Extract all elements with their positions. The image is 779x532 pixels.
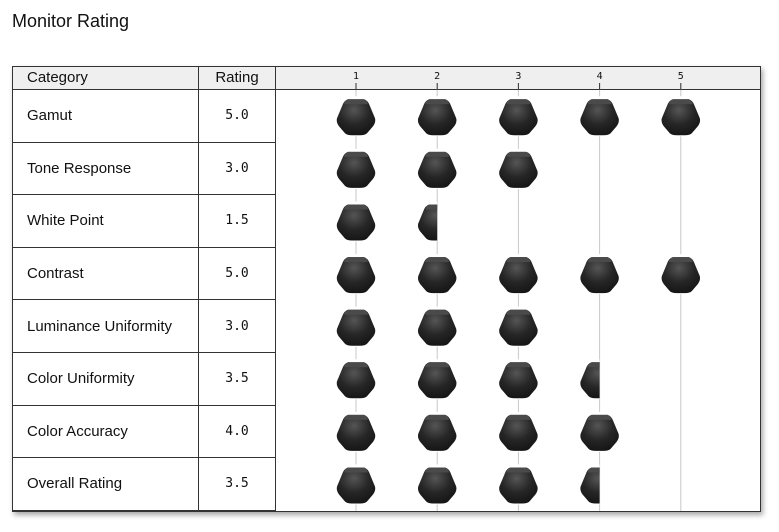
knob-icon [498,306,539,347]
knob-icon [336,411,376,452]
knob-icon [498,148,539,189]
knob-icon [336,359,376,400]
knob-icon [417,411,458,452]
scale-label: 1 [353,71,359,82]
knob-icon [336,306,376,347]
category-cell: Overall Rating [13,458,199,511]
header-category: Category [13,67,199,90]
rating-cell: 3.5 [199,353,276,406]
knob-icon [498,96,539,137]
category-cell: Tone Response [13,142,199,196]
half-knob-icon [579,464,600,505]
knob-icon [417,464,458,505]
rating-chart: 1 2 3 4 5 [336,71,701,511]
knob-icon [336,201,376,242]
rating-cell: 3.0 [199,142,276,196]
rating-cell: 5.0 [199,247,276,301]
category-cell: Contrast [13,247,199,301]
page-title: Monitor Rating [12,11,130,31]
header-rating: Rating [199,67,276,90]
rating-cell: 3.5 [199,458,276,511]
knob-icon [336,254,376,295]
knob-icon [417,96,458,137]
knob-icon [498,254,539,295]
rating-table: Category Rating Gamut 5.0 Tone Response 3.0… [12,66,761,512]
rating-cell: 3.0 [199,300,276,353]
knob-icon [417,254,458,295]
knob-icon [579,411,620,452]
knob-icon [336,148,376,189]
category-cell: White Point [13,195,199,248]
category-cell: Luminance Uniformity [13,300,199,353]
knob-icon [660,96,701,137]
knob-icon [579,96,620,137]
knob-icon [336,96,376,137]
scale-label: 5 [678,71,684,82]
knob-icon [498,359,539,400]
knob-icon [417,306,458,347]
scale-label: 3 [515,71,521,82]
knob-icon [498,464,539,505]
knob-icon [660,254,701,295]
rating-cell: 1.5 [199,195,276,248]
rating-cell: 5.0 [199,90,276,143]
scale-label: 4 [597,71,603,82]
rating-cell: 4.0 [199,405,276,459]
category-cell: Gamut [13,90,199,143]
category-cell: Color Uniformity [13,353,199,406]
category-cell: Color Accuracy [13,405,199,459]
half-knob-icon [579,359,600,400]
knob-icon [336,464,376,505]
knob-icon [417,359,458,400]
knob-icon [579,254,620,295]
knob-icon [498,411,539,452]
scale-label: 2 [434,71,440,82]
knob-icon [417,148,458,189]
